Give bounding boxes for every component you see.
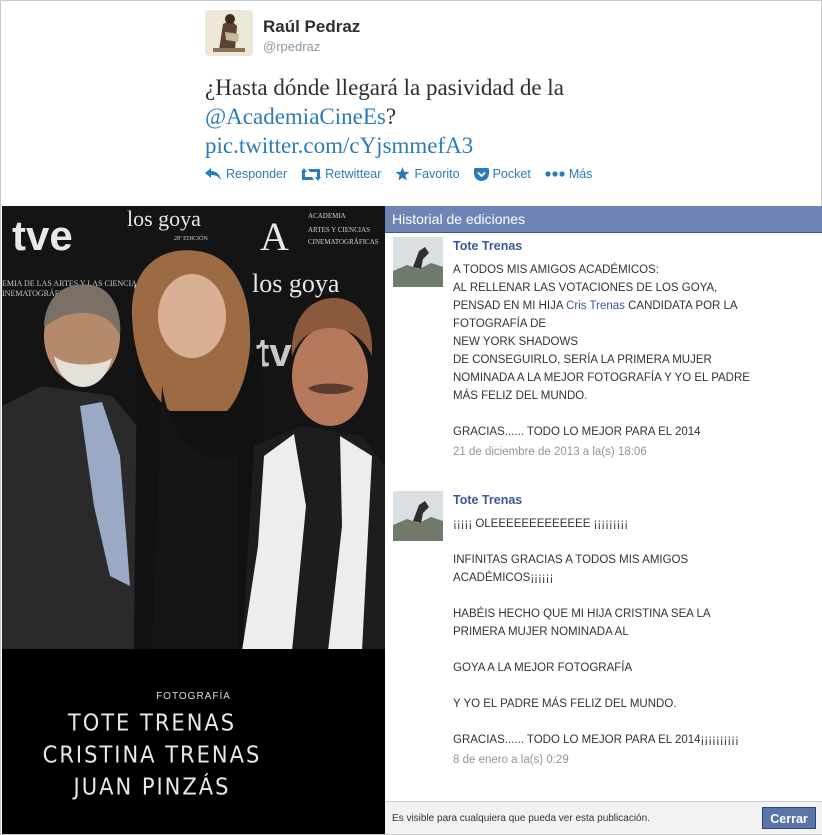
entry-timestamp[interactable]: 8 de enero a la(s) 0:29 [453, 751, 788, 769]
photocall-image: tve los goya 28ª EDICIÓN A ACADEMIA ARTE… [2, 206, 385, 651]
backdrop-academia-word: ACADEMIA [308, 212, 346, 220]
reply-label: Responder [226, 167, 288, 181]
entry-line: GOYA A LA MEJOR FOTOGRAFÍA [453, 662, 633, 674]
backdrop-logo-goya: los goya [127, 206, 201, 231]
backdrop-academia-line2: ARTES Y CIENCIAS [308, 226, 370, 234]
film-credits-card: FOTOGRAFÍA TOTE TRENAS CRISTINA TRENAS J… [2, 649, 385, 834]
tweet-text: ¿Hasta dónde llegará la pasividad de la … [205, 73, 805, 160]
tweet-text-body: ¿Hasta dónde llegará la pasividad de la [205, 75, 564, 100]
retweet-icon [301, 167, 322, 181]
reply-button[interactable]: Responder [205, 167, 287, 181]
star-icon [395, 167, 410, 181]
entry-line: PRIMERA MUJER NOMINADA AL [453, 626, 629, 638]
pic-link[interactable]: pic.twitter.com/cYjsmmefA3 [205, 133, 473, 158]
entry-line: DE CONSEGUIRLO, SERÍA LA PRIMERA MUJER [453, 354, 712, 366]
svg-text:los goya: los goya [252, 269, 340, 298]
credit-heading: FOTOGRAFÍA [156, 691, 231, 702]
favorite-button[interactable]: Favorito [395, 167, 460, 181]
edit-history-title: Historial de ediciones [385, 206, 822, 233]
reply-icon [205, 168, 222, 180]
entry-author-avatar[interactable] [393, 491, 443, 541]
entry-line: MÁS FELIZ DEL MUNDO. [453, 390, 588, 402]
tweet-handle[interactable]: @rpedraz [263, 39, 320, 54]
tweet-text-suffix: ? [385, 104, 397, 129]
entry-line: NOMINADA A LA MEJOR FOTOGRAFÍA Y YO EL P… [453, 372, 750, 384]
more-button[interactable]: Más [545, 167, 593, 181]
more-dots-icon [545, 171, 565, 177]
entry-text: A TODOS MIS AMIGOS ACADÉMICOS: AL RELLEN… [453, 261, 788, 461]
tweet-actions: Responder Retwittear Favorito Pocket Más [205, 167, 592, 181]
entry-timestamp[interactable]: 21 de diciembre de 2013 a la(s) 18:06 [453, 443, 788, 461]
entry-author-avatar[interactable] [393, 237, 443, 287]
entry-line: ¡¡¡¡¡ OLEEEEEEEEEEEEE ¡¡¡¡¡¡¡¡¡ [453, 518, 629, 530]
more-label: Más [568, 167, 593, 181]
entry-line: Y YO EL PADRE MÁS FELIZ DEL MUNDO. [453, 698, 677, 710]
pocket-icon [473, 167, 489, 181]
backdrop-logo-tve: tve [12, 212, 73, 259]
credit-name-3: JUAN PINZÁS [73, 773, 231, 801]
tweet-author-avatar[interactable] [205, 10, 253, 56]
credit-name-1: TOTE TRENAS [67, 709, 237, 737]
close-button[interactable]: Cerrar [762, 807, 816, 829]
backdrop-goya-edition: 28ª EDICIÓN [174, 234, 208, 242]
entry-line: GRACIAS...... TODO LO MEJOR PARA EL 2014… [453, 734, 739, 746]
entry-line: GRACIAS...... TODO LO MEJOR PARA EL 2014 [453, 426, 701, 438]
entry-line-pre: PENSAD EN MI HIJA [453, 300, 567, 312]
visibility-note: Es visible para cualquiera que pueda ver… [392, 813, 650, 824]
pocket-button[interactable]: Pocket [473, 167, 531, 181]
tweet-display-name[interactable]: Raúl Pedraz [263, 17, 360, 37]
entry-line: ACADÉMICOS¡¡¡¡¡¡ [453, 572, 554, 584]
entry-line: FOTOGRAFÍA DE [453, 318, 547, 330]
favorite-label: Favorito [414, 167, 460, 181]
tagged-person-link[interactable]: Cris Trenas [566, 300, 625, 312]
entry-line: INFINITAS GRACIAS A TODOS MIS AMIGOS [453, 554, 689, 566]
entry-text: ¡¡¡¡¡ OLEEEEEEEEEEEEE ¡¡¡¡¡¡¡¡¡ INFINITA… [453, 515, 788, 769]
backdrop-academia-line3: CINEMATOGRÁFICAS [308, 238, 379, 246]
entry-line: A TODOS MIS AMIGOS ACADÉMICOS: [453, 264, 659, 276]
pocket-label: Pocket [492, 167, 531, 181]
entry-line-post: CANDIDATA POR LA [624, 300, 738, 312]
entry-line: PENSAD EN MI HIJA Cris Trenas CANDIDATA … [453, 297, 788, 315]
screenshot-frame: Raúl Pedraz @rpedraz ¿Hasta dónde llegar… [0, 0, 822, 835]
credit-name-2: CRISTINA TRENAS [42, 741, 262, 769]
entry-author-name[interactable]: Tote Trenas [453, 239, 522, 253]
backdrop-academia-logo: A [260, 214, 289, 259]
entry-line: HABÉIS HECHO QUE MI HIJA CRISTINA SEA LA [453, 608, 711, 620]
entry-line: NEW YORK SHADOWS [453, 336, 579, 348]
edit-history-footer: Es visible para cualquiera que pueda ver… [385, 801, 822, 834]
edit-history-panel: Historial de ediciones Tote Trenas A TOD… [385, 206, 822, 834]
retweet-label: Retwittear [325, 167, 382, 181]
mention-link[interactable]: @AcademiaCineEs [205, 104, 386, 129]
entry-line: AL RELLENAR LAS VOTACIONES DE LOS GOYA, [453, 282, 718, 294]
entry-author-name[interactable]: Tote Trenas [453, 493, 522, 507]
retweet-button[interactable]: Retwittear [301, 167, 381, 181]
